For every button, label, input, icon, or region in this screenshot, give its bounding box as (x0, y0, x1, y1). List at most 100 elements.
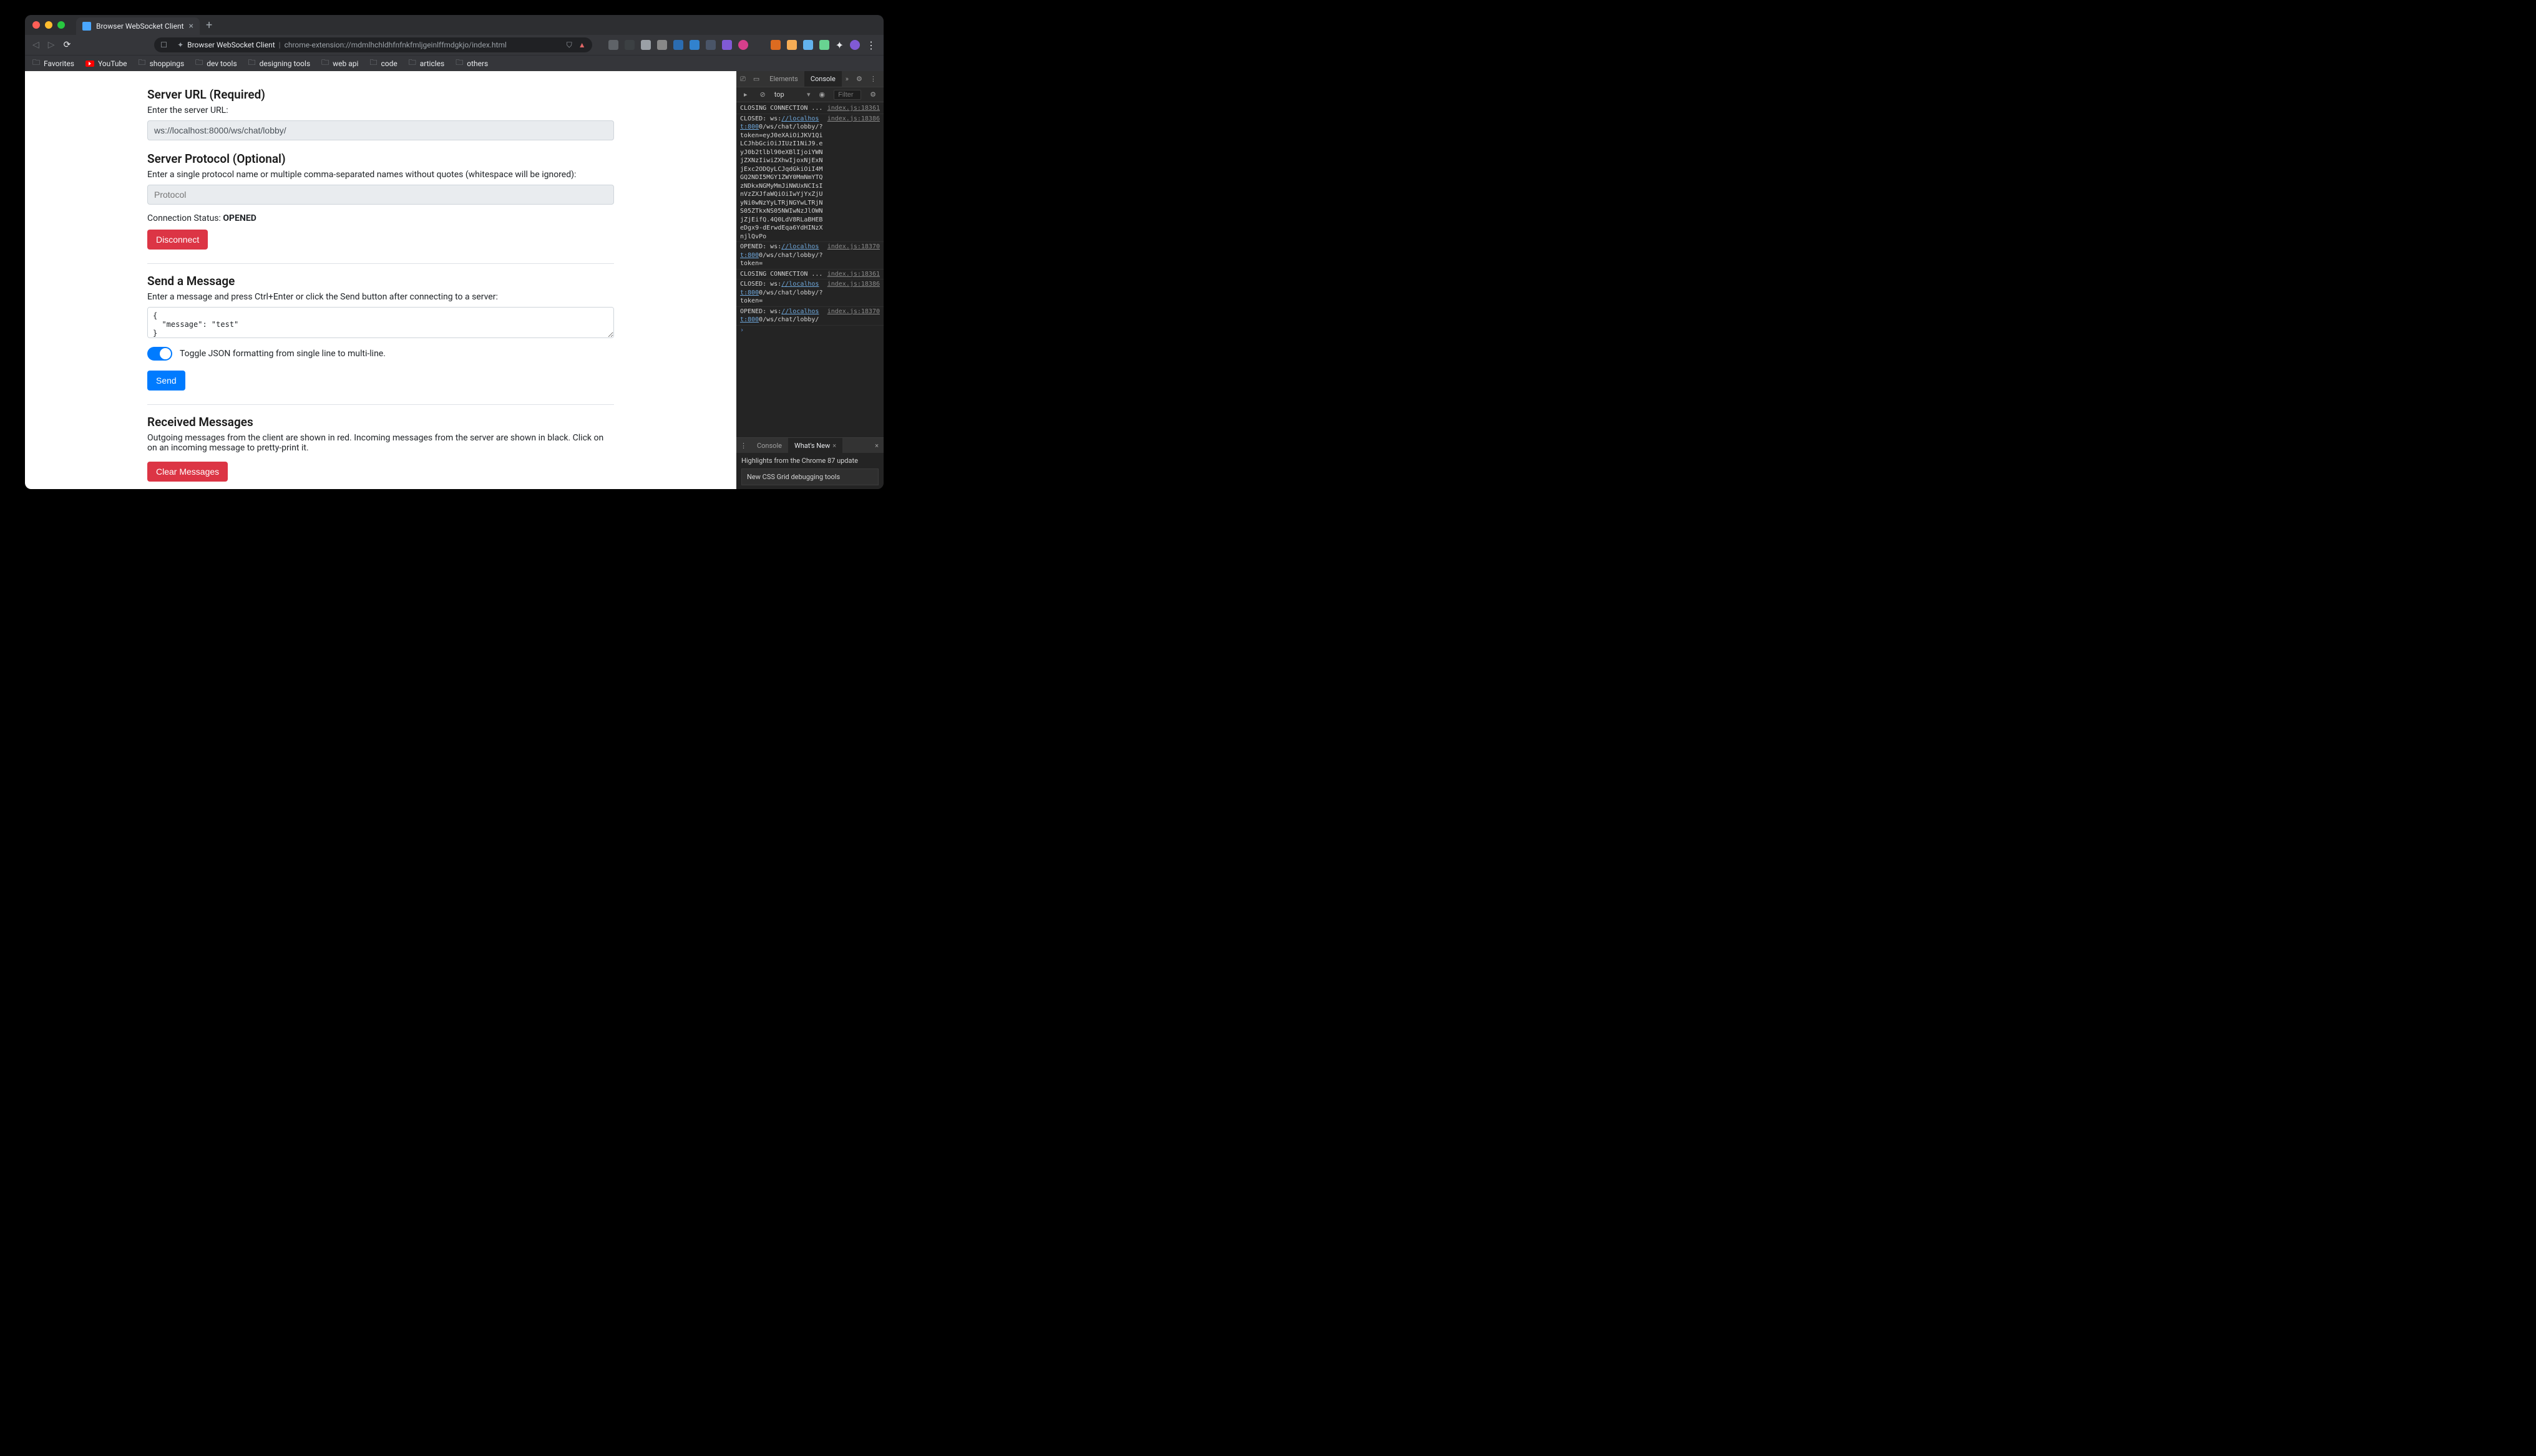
content-row: Server URL (Required) Enter the server U… (25, 71, 884, 489)
console-sidebar-icon[interactable]: ▸ (740, 90, 751, 99)
close-icon[interactable]: × (830, 442, 836, 450)
inspect-element-icon[interactable]: ⎚ (736, 75, 749, 84)
received-heading: Received Messages (147, 415, 614, 429)
address-bar[interactable]: ☐ ✦ Browser WebSocket Client | chrome-ex… (154, 37, 592, 52)
toggle-label: Toggle JSON formatting from single line … (180, 349, 386, 359)
console-filter-input[interactable] (834, 90, 861, 100)
whatsnew-card[interactable]: New CSS Grid debugging tools (741, 468, 879, 485)
bookmark-item[interactable]: 🗀Favorites (32, 57, 74, 70)
devtools-panel: ⎚ ▭ Elements Console » ⚙ ⋮ × ▸ ⊘ top ▾ ◉… (736, 71, 884, 489)
window-minimize-button[interactable] (45, 21, 52, 29)
bookmark-label: Favorites (44, 59, 74, 68)
window-maximize-button[interactable] (57, 21, 65, 29)
extensions-puzzle-icon[interactable]: ✦ (836, 39, 844, 51)
log-source-link[interactable]: index.js:18361 (827, 270, 880, 279)
devtools-close-button[interactable]: × (880, 75, 884, 83)
console-settings-icon[interactable]: ⚙ (866, 90, 880, 99)
console-prompt[interactable]: › (736, 326, 884, 335)
ext-tp-icon[interactable] (771, 40, 781, 50)
drawer-tab-whatsnew[interactable]: What's New × (788, 438, 842, 453)
devtools-settings-icon[interactable]: ⚙ (852, 75, 866, 83)
bookmark-item[interactable]: YouTube (85, 57, 127, 70)
ext-gear-icon[interactable] (641, 40, 651, 50)
console-live-icon[interactable]: ◉ (816, 90, 829, 99)
log-message: OPENED: ws://localhost:8000/ws/chat/lobb… (740, 308, 825, 324)
log-link[interactable]: //localhost:800 (740, 115, 819, 131)
window-close-button[interactable] (32, 21, 40, 29)
log-link[interactable]: //localhost:800 (740, 243, 819, 259)
bookmark-icon[interactable]: ☐ (160, 41, 167, 49)
ext-grid-icon[interactable] (625, 40, 635, 50)
ext-translate-icon[interactable] (690, 40, 700, 50)
bookmark-item[interactable]: 🗀code (369, 57, 397, 70)
ext-flag-icon[interactable] (787, 40, 797, 50)
ext-brush-icon[interactable] (722, 40, 732, 50)
protocol-input[interactable] (147, 185, 614, 205)
log-source-link[interactable]: index.js:18361 (827, 104, 880, 113)
send-button[interactable]: Send (147, 371, 185, 391)
tab-close-button[interactable]: × (189, 21, 193, 31)
clear-messages-button[interactable]: Clear Messages (147, 462, 228, 482)
ext-blue-icon[interactable] (803, 40, 813, 50)
console-output[interactable]: CLOSING CONNECTION ...index.js:18361CLOS… (736, 102, 884, 437)
bookmark-item[interactable]: 🗀designing tools (248, 57, 311, 70)
bookmark-label: dev tools (207, 59, 237, 68)
new-tab-button[interactable]: + (200, 19, 218, 32)
ext-pink-icon[interactable] (738, 40, 748, 50)
shield-icon[interactable]: ⛉ (567, 41, 572, 50)
device-toolbar-icon[interactable]: ▭ (749, 75, 763, 83)
message-textarea[interactable] (147, 307, 614, 338)
address-separator: | (279, 41, 281, 49)
ext-s-icon[interactable] (673, 40, 683, 50)
log-link[interactable]: //localhost:800 (740, 281, 819, 296)
log-source-link[interactable]: index.js:18386 (827, 115, 880, 241)
chevron-down-icon: ▾ (807, 90, 811, 99)
console-context[interactable]: top (774, 90, 802, 99)
folder-icon: 🗀 (139, 57, 146, 70)
ext-green-icon[interactable] (819, 40, 829, 50)
devtools-tabs: ⎚ ▭ Elements Console » ⚙ ⋮ × (736, 71, 884, 87)
ext-square-icon[interactable] (706, 40, 716, 50)
bookmark-item[interactable]: 🗀articles (409, 57, 445, 70)
drawer-menu-icon[interactable]: ⋮ (736, 442, 751, 450)
console-log-line: OPENED: ws://localhost:8000/ws/chat/lobb… (736, 242, 884, 269)
console-clear-icon[interactable]: ⊘ (756, 90, 769, 99)
bookmark-label: shoppings (150, 59, 185, 68)
bookmark-label: designing tools (260, 59, 310, 68)
console-log-line: OPENED: ws://localhost:8000/ws/chat/lobb… (736, 307, 884, 326)
bookmark-item[interactable]: 🗀 shoppings (139, 57, 185, 70)
drawer-close-button[interactable]: × (870, 442, 884, 450)
bookmark-item[interactable]: 🗀web api (321, 57, 358, 70)
browser-menu-button[interactable]: ⋮ (866, 39, 876, 51)
log-source-link[interactable]: index.js:18386 (827, 280, 880, 306)
folder-icon: 🗀 (321, 57, 329, 70)
bookmark-label: code (381, 59, 397, 68)
log-link[interactable]: //localhost:800 (740, 308, 819, 324)
divider (147, 404, 614, 405)
bookmark-item[interactable]: 🗀others (456, 57, 488, 70)
tabs-overflow-icon[interactable]: » (842, 75, 852, 83)
log-source-link[interactable]: index.js:18370 (827, 243, 880, 268)
browser-tab[interactable]: Browser WebSocket Client × (76, 17, 200, 35)
tab-title: Browser WebSocket Client (96, 22, 184, 31)
disconnect-button[interactable]: Disconnect (147, 230, 208, 250)
tab-console[interactable]: Console (804, 71, 842, 87)
tab-elements[interactable]: Elements (763, 71, 804, 87)
ext-history-icon[interactable] (608, 40, 618, 50)
console-log-line: CLOSING CONNECTION ...index.js:18361 (736, 269, 884, 280)
json-format-toggle[interactable] (147, 347, 172, 361)
profile-avatar[interactable] (850, 40, 860, 50)
status-label: Connection Status: (147, 213, 223, 223)
nav-reload-button[interactable]: ⟳ (64, 40, 71, 50)
log-source-link[interactable]: index.js:18370 (827, 308, 880, 324)
drawer-tab-console[interactable]: Console (751, 438, 788, 453)
devtools-drawer: ⋮ Console What's New × × Highlights from… (736, 437, 884, 489)
ext-v-icon[interactable] (657, 40, 667, 50)
warning-icon[interactable]: ▲ (578, 41, 586, 50)
nav-back-button[interactable]: ◁ (32, 40, 39, 50)
devtools-menu-icon[interactable]: ⋮ (866, 75, 880, 83)
server-url-input[interactable] (147, 120, 614, 140)
nav-forward-button[interactable]: ▷ (48, 40, 55, 50)
bookmark-item[interactable]: 🗀dev tools (195, 57, 237, 70)
folder-icon: 🗀 (409, 57, 416, 70)
